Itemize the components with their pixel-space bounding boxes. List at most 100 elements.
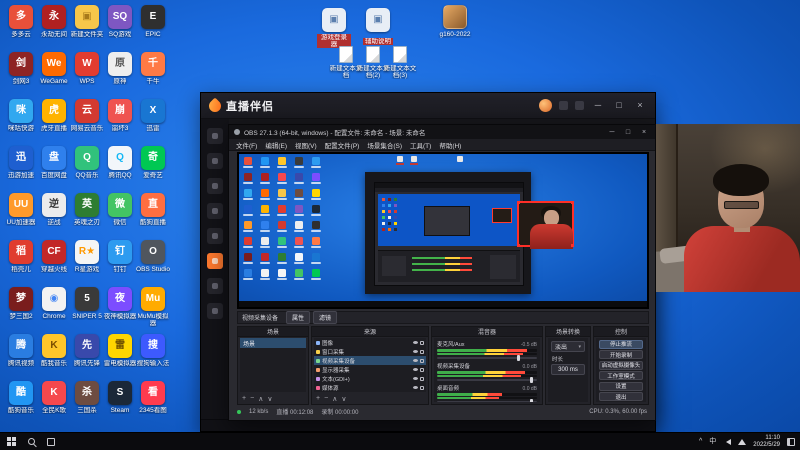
- desktop-icon[interactable]: 杀三国杀: [70, 381, 104, 414]
- obs-titlebar[interactable]: OBS 27.1.3 (64-bit, windows) - 配置文件: 未命名…: [229, 125, 655, 139]
- scene-item[interactable]: 场景: [240, 338, 306, 348]
- source-lock-icon[interactable]: [420, 358, 424, 363]
- desktop-icon[interactable]: Q QQ音乐: [70, 146, 104, 179]
- desktop-icon[interactable]: 迅迅游加速: [4, 146, 38, 179]
- control-button[interactable]: 开始录制: [599, 350, 643, 359]
- desktop-icon[interactable]: Mu MuMu模拟器: [136, 287, 170, 327]
- obs-menu-item[interactable]: 帮助(H): [435, 140, 465, 150]
- desktop-icon[interactable]: Q 腾讯QQ: [103, 146, 137, 179]
- control-button[interactable]: 停止推流: [599, 339, 643, 349]
- network-icon[interactable]: [738, 438, 747, 445]
- desktop-icon[interactable]: 原原神: [103, 52, 137, 85]
- avatar[interactable]: [539, 99, 552, 112]
- control-button[interactable]: 启动虚拟摄像头: [599, 360, 643, 370]
- companion-close-button[interactable]: ×: [633, 101, 647, 110]
- transition-duration-input[interactable]: 300 ms: [551, 364, 585, 375]
- desktop-icon[interactable]: 搜搜狗输入法: [136, 334, 170, 367]
- obs-menu-item[interactable]: 文件(F): [232, 140, 261, 150]
- desktop-icon[interactable]: 英英魂之刃: [70, 193, 104, 226]
- desktop-icon[interactable]: 剑剑网3: [4, 52, 38, 85]
- desktop-icon[interactable]: 逆逆战: [37, 193, 71, 226]
- mixer-volume-slider[interactable]: [437, 377, 537, 383]
- mixer-volume-slider[interactable]: [437, 399, 537, 402]
- companion-sidebar-item[interactable]: [207, 203, 223, 219]
- source-item[interactable]: 文本(GDI+): [314, 374, 426, 383]
- companion-titlebar[interactable]: 直播伴侣 ─ □ ×: [201, 93, 655, 119]
- source-lock-icon[interactable]: [420, 385, 424, 390]
- companion-sidebar-item[interactable]: [207, 278, 223, 294]
- companion-minimize-button[interactable]: ─: [591, 101, 605, 110]
- search-icon[interactable]: [28, 438, 35, 445]
- selection-handle[interactable]: [571, 201, 574, 204]
- desktop-icon[interactable]: W WPS: [70, 52, 104, 85]
- obs-menu-item[interactable]: 编辑(E): [261, 140, 291, 150]
- desktop-icon[interactable]: X 迅雷: [136, 99, 170, 132]
- companion-settings-icon[interactable]: [575, 101, 584, 110]
- desktop-icon[interactable]: UU UU加速器: [4, 193, 38, 226]
- obs-minimize-button[interactable]: ─: [606, 129, 618, 136]
- desktop-text-file[interactable]: 新建文本文档(3): [383, 46, 417, 79]
- desktop-icon[interactable]: SQ SQ游戏: [103, 5, 137, 38]
- desktop-icon[interactable]: ▣ 新建文件夹: [70, 5, 104, 38]
- desktop-icon[interactable]: 钉钉钉: [103, 240, 137, 273]
- desktop-icon[interactable]: E EPIC: [136, 5, 170, 38]
- source-visibility-icon[interactable]: [413, 368, 418, 371]
- companion-sidebar-item[interactable]: [207, 253, 223, 269]
- mixer-volume-slider[interactable]: [437, 355, 537, 361]
- desktop-icon[interactable]: R★ R星游戏: [70, 240, 104, 273]
- desktop-icon[interactable]: 直酷狗直播: [136, 193, 170, 226]
- obs-preview[interactable]: [237, 152, 649, 309]
- companion-menu-icon[interactable]: [559, 101, 568, 110]
- tray-expand-icon[interactable]: ^: [699, 438, 702, 445]
- scene-up-button[interactable]: ∧: [258, 395, 263, 403]
- desktop-icon[interactable]: 云网易云音乐: [70, 99, 104, 132]
- desktop-icon[interactable]: K 酷我音乐: [37, 334, 71, 367]
- companion-sidebar-item[interactable]: [207, 178, 223, 194]
- source-visibility-icon[interactable]: [413, 341, 418, 344]
- desktop-icon[interactable]: 稻稻壳儿: [4, 240, 38, 273]
- obs-menu-item[interactable]: 视图(V): [291, 140, 321, 150]
- desktop-icon[interactable]: 先腾讯先锋: [70, 334, 104, 367]
- mixer-slider-thumb[interactable]: [517, 355, 520, 361]
- source-visibility-icon[interactable]: [413, 386, 418, 389]
- source-down-button[interactable]: ∨: [341, 395, 346, 403]
- obs-menu-item[interactable]: 工具(T): [406, 140, 435, 150]
- companion-maximize-button[interactable]: □: [612, 101, 626, 110]
- companion-sidebar-item[interactable]: [207, 303, 223, 319]
- source-remove-button[interactable]: −: [324, 395, 328, 402]
- desktop-icon[interactable]: 雷雷电模拟器: [103, 334, 137, 367]
- desktop-icon[interactable]: CF 穿越火线: [37, 240, 71, 273]
- desktop-icon[interactable]: We WeGame: [37, 52, 71, 85]
- desktop-icon[interactable]: 咪咪咕快游: [4, 99, 38, 132]
- desktop-icon[interactable]: 腾腾讯视频: [4, 334, 38, 367]
- source-toolbar-button[interactable]: 滤镜: [313, 311, 338, 324]
- desktop-icon[interactable]: 微微信: [103, 193, 137, 226]
- source-up-button[interactable]: ∧: [332, 395, 337, 403]
- transition-select[interactable]: 淡出 ▾: [551, 341, 585, 352]
- desktop-icon[interactable]: 千千牛: [136, 52, 170, 85]
- selection-handle[interactable]: [571, 244, 574, 247]
- desktop-icon[interactable]: 虎虎牙直播: [37, 99, 71, 132]
- desktop-shortcut[interactable]: ▣ 辅助说明: [361, 8, 395, 50]
- source-lock-icon[interactable]: [420, 349, 424, 354]
- obs-close-button[interactable]: ×: [638, 129, 650, 136]
- obs-menu-item[interactable]: 场景集合(S): [363, 140, 406, 150]
- desktop-icon[interactable]: 酷酷狗音乐: [4, 381, 38, 414]
- desktop-icon[interactable]: 崩崩坏3: [103, 99, 137, 132]
- source-lock-icon[interactable]: [420, 367, 424, 372]
- volume-icon[interactable]: [723, 438, 732, 445]
- desktop-icon[interactable]: 奇爱奇艺: [136, 146, 170, 179]
- mixer-slider-thumb[interactable]: [530, 377, 533, 383]
- selection-handle[interactable]: [517, 244, 520, 247]
- desktop-shortcut[interactable]: g160-2022: [438, 5, 472, 38]
- selection-handle[interactable]: [517, 201, 520, 204]
- source-item[interactable]: 显示器采集: [314, 365, 426, 374]
- scene-down-button[interactable]: ∨: [267, 395, 272, 403]
- source-lock-icon[interactable]: [420, 376, 424, 381]
- preview-webcam-source[interactable]: [517, 201, 574, 249]
- mixer-slider-thumb[interactable]: [530, 399, 533, 402]
- desktop-icon[interactable]: S Steam: [103, 381, 137, 414]
- desktop-icon[interactable]: 永永劫无间: [37, 5, 71, 38]
- source-item[interactable]: 窗口采集: [314, 347, 426, 356]
- source-toolbar-button[interactable]: 属性: [286, 311, 311, 324]
